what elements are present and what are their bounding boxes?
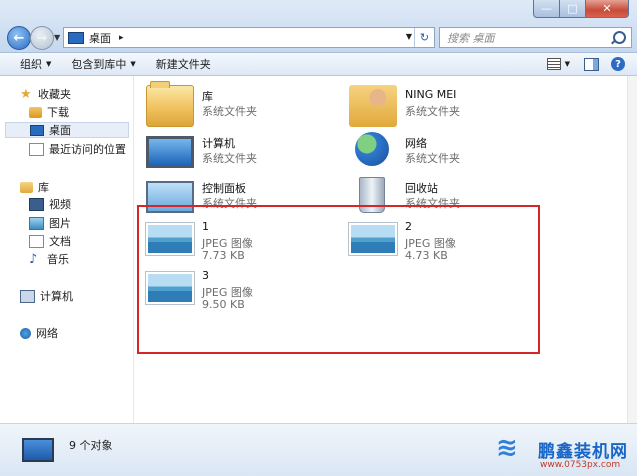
sidebar-item-label: 文档 [49,235,71,248]
organize-label: 组织 [20,58,42,71]
minimize-button[interactable]: — [533,0,560,18]
window-controls: — □ ✕ [533,0,629,18]
chevron-down-icon[interactable]: ▼ [565,60,570,68]
chevron-down-icon: ▼ [46,60,52,68]
back-button[interactable]: ← [7,26,31,50]
vertical-scrollbar[interactable] [627,76,637,423]
file-name: 控制面板 [202,182,246,195]
sidebar-item-label: 收藏夹 [38,88,71,101]
document-icon [29,234,44,248]
computer-icon [146,136,194,168]
command-bar: 组织 ▼ 包含到库中 ▼ 新建文件夹 ▼ ? [0,53,637,76]
refresh-button[interactable]: ↻ [414,28,434,47]
sidebar-item-label: 音乐 [47,253,69,266]
file-item-library[interactable]: 库 系统文件夹 [146,81,326,129]
sidebar-item-desktop[interactable]: 桌面 [5,122,129,138]
watermark-url: www.0753px.com [540,460,621,470]
sidebar-item-computer[interactable]: 计算机 [20,288,73,304]
desktop-icon [30,124,44,136]
address-dropdown-icon[interactable]: ▼ [406,32,412,41]
include-in-library-menu[interactable]: 包含到库中 ▼ [71,56,135,72]
sidebar-item-videos[interactable]: 视频 [29,196,71,212]
view-options-icon[interactable] [546,58,561,70]
file-item-ning-mei[interactable]: NING MEI 系统文件夹 [349,85,529,129]
swoosh-icon: ≋ [496,433,518,463]
address-path[interactable]: 桌面 [89,30,111,46]
item-count: 9 个对象 [69,439,113,452]
sidebar-item-label: 图片 [49,217,71,230]
search-placeholder[interactable]: 搜索 桌面 [447,30,495,46]
watermark-logo: ≋ 鹏鑫装机网 www.0753px.com [496,430,637,475]
file-name: 网络 [405,137,427,150]
breadcrumb-chevron-icon[interactable]: ▸ [119,33,124,43]
forward-button[interactable]: → [30,26,54,50]
title-bar: — □ ✕ ← → ▼ 桌面 ▸ ▼ ↻ 搜索 桌面 [0,0,637,53]
file-item-computer[interactable]: 计算机 系统文件夹 [146,132,326,176]
video-icon [29,197,44,211]
file-type: 系统文件夹 [202,152,257,165]
desktop-icon [22,438,54,462]
sidebar-item-downloads[interactable]: 下载 [29,104,69,120]
library-icon [20,181,33,193]
organize-menu[interactable]: 组织 ▼ [20,56,51,72]
file-name: NING MEI [405,88,457,101]
toolbar-right: ▼ ? [546,53,637,75]
file-type: 系统文件夹 [405,152,460,165]
sidebar-item-pictures[interactable]: 图片 [29,215,71,231]
sidebar-item-label: 网络 [36,327,58,340]
file-name: 回收站 [405,182,438,195]
sidebar-item-network[interactable]: 网络 [20,325,58,341]
search-box[interactable]: 搜索 桌面 [439,27,632,48]
sidebar-item-label: 视频 [49,198,71,211]
recent-pages-dropdown[interactable]: ▼ [54,33,60,42]
recent-places-icon [29,142,44,156]
network-icon [355,132,389,166]
help-icon[interactable]: ? [611,57,625,71]
file-name: 计算机 [202,137,235,150]
sidebar-item-label: 库 [38,181,49,194]
chevron-down-icon: ▼ [130,60,136,68]
desktop-icon [68,31,84,44]
library-folder-icon [146,81,194,127]
watermark-brand: 鹏鑫装机网 [538,442,628,462]
sidebar-item-recent-places[interactable]: 最近访问的位置 [29,141,126,157]
star-icon: ★ [20,86,32,102]
file-item-network[interactable]: 网络 系统文件夹 [349,132,529,176]
music-note-icon: ♪ [29,251,38,267]
sidebar-item-label: 桌面 [49,124,71,137]
navigation-pane: ★ 收藏夹 下载 桌面 最近访问的位置 库 视频 图片 文档 ♪ 音乐 计算机 … [0,76,134,423]
new-folder-button[interactable]: 新建文件夹 [156,56,211,72]
sidebar-item-label: 计算机 [40,290,73,303]
highlight-box [137,205,540,354]
sidebar-item-music[interactable]: ♪ 音乐 [29,251,69,267]
include-in-library-label: 包含到库中 [71,58,127,71]
file-type: 系统文件夹 [405,105,460,118]
sidebar-item-favorites[interactable]: ★ 收藏夹 [20,86,71,102]
preview-pane-icon[interactable] [584,57,599,71]
file-type: 系统文件夹 [202,105,257,118]
network-icon [20,327,31,339]
new-folder-label: 新建文件夹 [155,58,211,71]
maximize-button[interactable]: □ [560,0,586,18]
sidebar-item-label: 下载 [47,106,69,119]
search-icon[interactable] [613,31,626,44]
address-bar[interactable]: 桌面 ▸ ▼ ↻ [63,27,435,48]
file-name: 库 [202,90,213,103]
sidebar-item-label: 最近访问的位置 [49,143,126,156]
sidebar-item-libraries[interactable]: 库 [20,179,49,195]
computer-icon [20,289,35,303]
picture-icon [29,216,44,230]
downloads-folder-icon [29,106,42,118]
user-folder-icon [349,85,397,127]
close-button[interactable]: ✕ [586,0,629,18]
sidebar-item-documents[interactable]: 文档 [29,233,71,249]
